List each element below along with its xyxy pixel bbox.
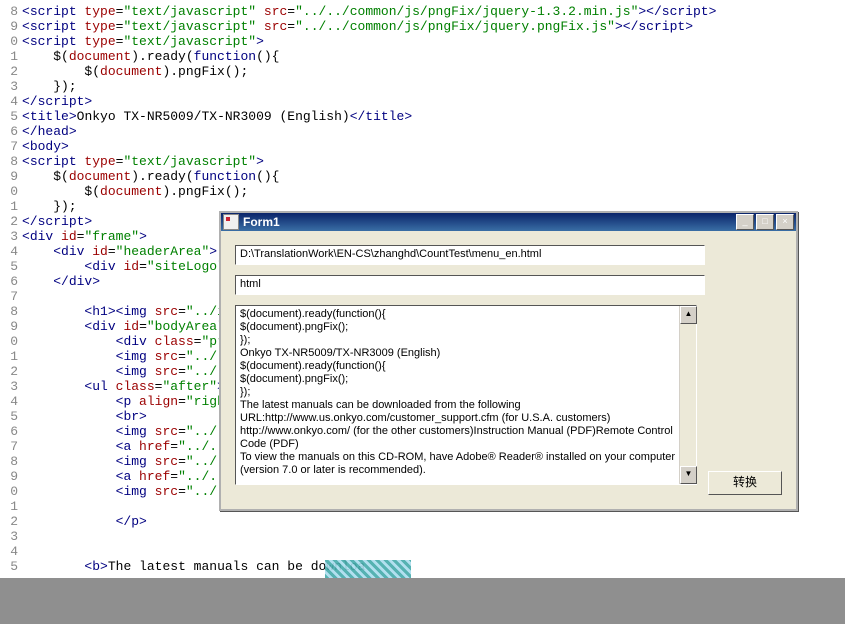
minimize-button[interactable]: _ bbox=[736, 214, 754, 230]
type-input[interactable]: html bbox=[235, 275, 705, 295]
decorative-pattern bbox=[325, 560, 411, 578]
form1-dialog: Form1 _ □ × D:\TranslationWork\EN-CS\zha… bbox=[219, 211, 798, 511]
close-button[interactable]: × bbox=[776, 214, 794, 230]
window-title: Form1 bbox=[243, 215, 736, 229]
scroll-up-button[interactable]: ▲ bbox=[680, 306, 697, 324]
titlebar[interactable]: Form1 _ □ × bbox=[221, 213, 796, 231]
output-textarea[interactable]: $(document).ready(function(){ $(document… bbox=[235, 305, 697, 485]
scroll-down-button[interactable]: ▼ bbox=[680, 466, 697, 484]
scrollbar[interactable]: ▲ ▼ bbox=[679, 306, 696, 484]
maximize-button[interactable]: □ bbox=[756, 214, 774, 230]
path-input[interactable]: D:\TranslationWork\EN-CS\zhanghd\CountTe… bbox=[235, 245, 705, 265]
convert-button[interactable]: 转换 bbox=[708, 471, 782, 495]
app-icon bbox=[223, 214, 239, 230]
footer-band bbox=[0, 578, 845, 624]
